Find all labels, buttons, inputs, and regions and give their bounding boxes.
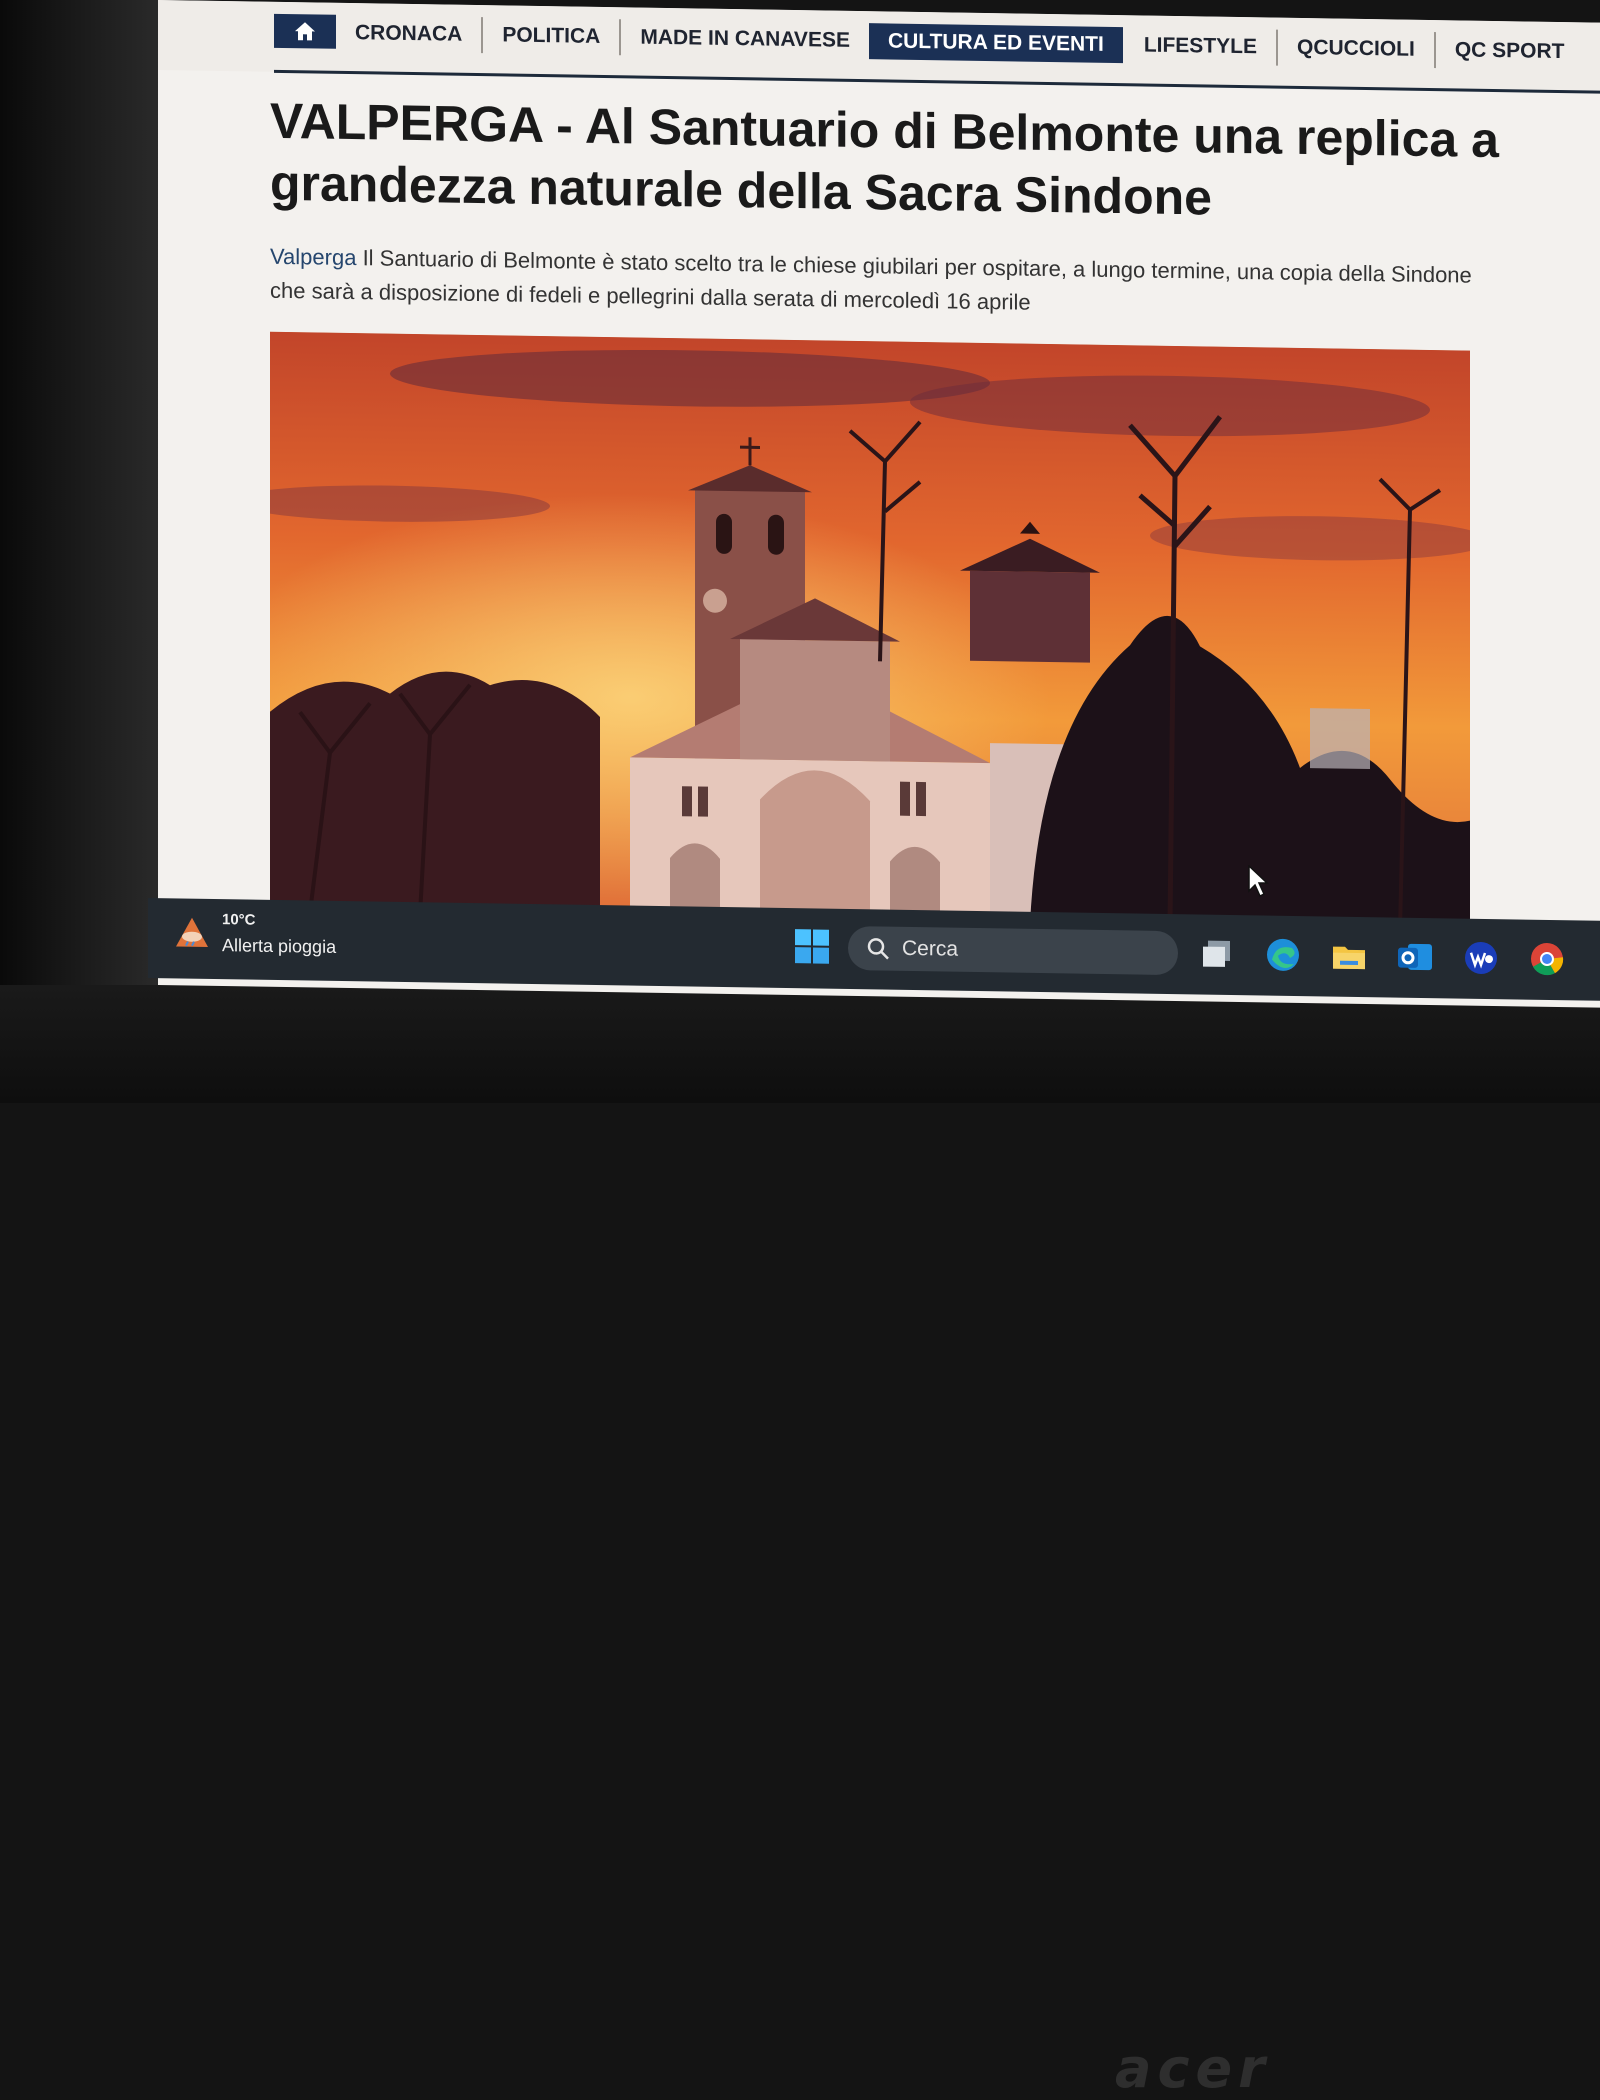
outlook-icon[interactable] bbox=[1396, 938, 1434, 977]
nav-menu: CRONACAPOLITICAMADE IN CANAVESECULTURA E… bbox=[336, 15, 1584, 71]
search-icon bbox=[866, 936, 890, 960]
nav-item-qc-sport[interactable]: QC SPORT bbox=[1436, 32, 1584, 70]
monitor-bezel-left bbox=[0, 0, 160, 1103]
nav-divider bbox=[274, 70, 1600, 94]
edge-icon[interactable] bbox=[1264, 936, 1302, 975]
task-view-icon[interactable] bbox=[1198, 934, 1236, 973]
chrome-icon[interactable] bbox=[1528, 940, 1566, 979]
file-explorer-icon[interactable] bbox=[1330, 937, 1368, 976]
article-location-link[interactable]: Valperga bbox=[270, 244, 356, 270]
nav-item-qcuccioli[interactable]: QCUCCIOLI bbox=[1278, 30, 1436, 68]
nav-item-cronaca[interactable]: CRONACA bbox=[336, 15, 483, 53]
rain-alert-icon[interactable] bbox=[174, 914, 210, 951]
mouse-cursor-icon bbox=[1248, 865, 1270, 897]
nav-item-lifestyle[interactable]: LIFESTYLE bbox=[1125, 27, 1278, 65]
article-lead: Valperga Il Santuario di Belmonte è stat… bbox=[270, 240, 1480, 327]
article-hero-image[interactable] bbox=[270, 332, 1470, 931]
app-icon[interactable] bbox=[1462, 939, 1500, 978]
weather-alert-text[interactable]: Allerta pioggia bbox=[222, 935, 336, 958]
main-navigation: CRONACAPOLITICAMADE IN CANAVESECULTURA E… bbox=[158, 0, 1600, 93]
nav-item-cultura-ed-eventi[interactable]: CULTURA ED EVENTI bbox=[869, 23, 1123, 63]
article-lead-text: Il Santuario di Belmonte è stato scelto … bbox=[270, 245, 1472, 314]
monitor-brand-logo: acer bbox=[1115, 2037, 1271, 2100]
browser-viewport: CRONACAPOLITICAMADE IN CANAVESECULTURA E… bbox=[158, 0, 1600, 1008]
nav-item-made-in-canavese[interactable]: MADE IN CANAVESE bbox=[621, 19, 869, 59]
home-icon bbox=[294, 21, 316, 41]
windows-start-icon[interactable] bbox=[794, 928, 830, 965]
weather-temperature[interactable]: 10°C bbox=[222, 911, 256, 929]
search-placeholder: Cerca bbox=[902, 937, 958, 962]
article-title: VALPERGA - Al Santuario di Belmonte una … bbox=[270, 90, 1510, 233]
nav-item-politica[interactable]: POLITICA bbox=[483, 17, 621, 55]
home-button[interactable] bbox=[274, 14, 336, 49]
sanctuary-sunset-photo bbox=[270, 332, 1470, 931]
taskbar-search[interactable]: Cerca bbox=[848, 926, 1178, 975]
